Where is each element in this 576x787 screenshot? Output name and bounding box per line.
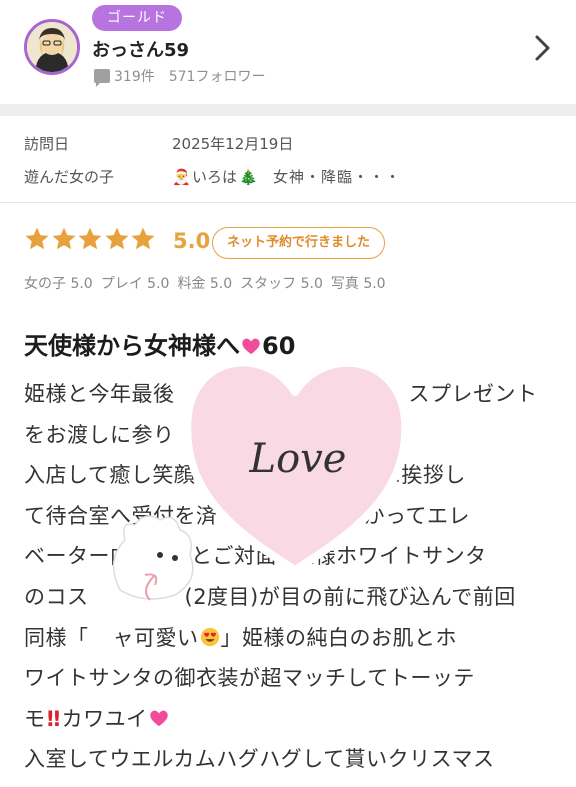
category-ratings: 女の子 5.0 プレイ 5.0 料金 5.0 スタッフ 5.0 写真 5.0 bbox=[24, 273, 394, 293]
star-icon bbox=[105, 227, 128, 250]
info-divider bbox=[0, 202, 576, 203]
christmas-tree-icon: 🎄 bbox=[239, 167, 258, 186]
star-icon bbox=[25, 227, 49, 250]
overall-score: 5.0 bbox=[173, 229, 211, 253]
chevron-right-icon[interactable] bbox=[527, 31, 557, 65]
star-icon bbox=[131, 227, 155, 250]
rank-badge: ゴールド bbox=[92, 5, 182, 31]
section-divider bbox=[0, 104, 576, 116]
review-line: 入室してウエルカムハグハグして貰いクリスマス bbox=[24, 747, 495, 772]
star-icon bbox=[52, 227, 75, 250]
review-line: ワイトサンタの御衣装が超マッチしてトーッテ bbox=[24, 666, 475, 691]
review-line: ベーター内 様とご対面!! 姫様ホワイトサンタ bbox=[24, 544, 487, 569]
star-rating bbox=[24, 226, 157, 252]
review-body: 姫様と今年最後 スプレゼント をお渡しに参り 入店して癒し笑顔 ッフ様に挨拶し て待… bbox=[24, 374, 558, 780]
rating-photo: 写真 5.0 bbox=[330, 276, 386, 292]
review-title-text: 天使様から女神様へ bbox=[24, 332, 240, 360]
review-line: をお渡しに参り bbox=[24, 422, 175, 447]
review-count: 319件 bbox=[114, 69, 155, 85]
double-exclamation-icon: !! bbox=[277, 544, 293, 569]
visit-date-value: 2025年12月19日 bbox=[172, 135, 294, 153]
review-line: て待合室へ受付を済 呼びが掛かってエレ bbox=[24, 503, 470, 528]
reviewer-avatar[interactable] bbox=[24, 19, 80, 75]
review-line: 姫様と今年最後 スプレゼント bbox=[24, 382, 538, 406]
reviewer-stats: 319件 571フォロワー bbox=[94, 66, 266, 87]
girl-value[interactable]: 🎅 いろは 🎄 女神・降臨・・・ bbox=[172, 166, 401, 187]
rating-staff: スタッフ 5.0 bbox=[240, 276, 323, 292]
follower-count: 571フォロワー bbox=[168, 69, 266, 85]
santa-icon: 🎅 bbox=[172, 167, 191, 186]
review-line: 同様「 ャ可愛い 」姫様の純白のお肌とホ bbox=[24, 625, 457, 650]
rating-price: 料金 5.0 bbox=[177, 276, 233, 292]
sparkling-heart-icon bbox=[149, 710, 168, 726]
net-reservation-tag: ネット予約で行きました bbox=[212, 227, 386, 259]
sparkling-heart-icon bbox=[242, 338, 260, 355]
visit-date-label: 訪問日 bbox=[24, 135, 70, 153]
heart-eyes-emoji-icon bbox=[200, 627, 219, 646]
review-line: モ!! カワユイ bbox=[24, 699, 558, 740]
reviewer-header[interactable]: ゴールド おっさん59 319件 571フォロワー bbox=[0, 0, 576, 104]
avatar-image bbox=[27, 22, 77, 72]
star-icon bbox=[78, 227, 102, 250]
girl-catchphrase: 女神・降臨・・・ bbox=[273, 168, 402, 186]
girl-label: 遊んだ女の子 bbox=[24, 168, 115, 186]
review-line: のコス (2度目)が目の前に飛び込んで前回 bbox=[24, 584, 516, 609]
review-title: 天使様から女神様へ 60 bbox=[24, 326, 295, 361]
review-line: 入店して癒し笑顔 ッフ様に挨拶し bbox=[24, 463, 466, 488]
rating-girl: 女の子 5.0 bbox=[24, 276, 93, 292]
rating-play: プレイ 5.0 bbox=[100, 276, 170, 292]
review-count-icon bbox=[94, 69, 110, 87]
girl-name[interactable]: いろは bbox=[192, 166, 237, 187]
review-title-number: 60 bbox=[262, 332, 296, 360]
double-exclamation-icon: !! bbox=[45, 706, 62, 731]
reviewer-name[interactable]: おっさん59 bbox=[92, 36, 189, 62]
